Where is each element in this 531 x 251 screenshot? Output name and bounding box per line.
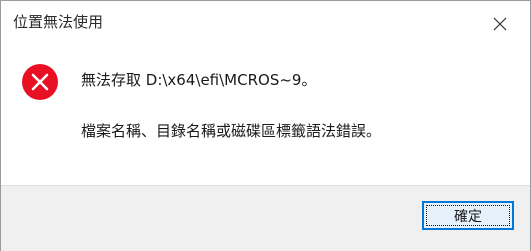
dialog-footer: 確定 bbox=[1, 185, 530, 251]
close-icon bbox=[493, 17, 507, 31]
error-message-path: 無法存取 D:\x64\efi\MCROS~9。 bbox=[81, 71, 317, 89]
error-dialog: 位置無法使用 無法存取 D:\x64\efi\MCROS~9。 檔案名稱、目錄名… bbox=[0, 0, 531, 251]
dialog-content: 無法存取 D:\x64\efi\MCROS~9。 檔案名稱、目錄名稱或磁碟區標籤… bbox=[1, 41, 530, 184]
ok-button[interactable]: 確定 bbox=[422, 201, 514, 230]
dialog-title: 位置無法使用 bbox=[13, 13, 104, 31]
error-icon bbox=[22, 64, 58, 100]
error-message-detail: 檔案名稱、目錄名稱或磁碟區標籤語法錯誤。 bbox=[81, 122, 382, 140]
ok-button-label: 確定 bbox=[454, 208, 482, 225]
close-button[interactable] bbox=[489, 13, 511, 35]
